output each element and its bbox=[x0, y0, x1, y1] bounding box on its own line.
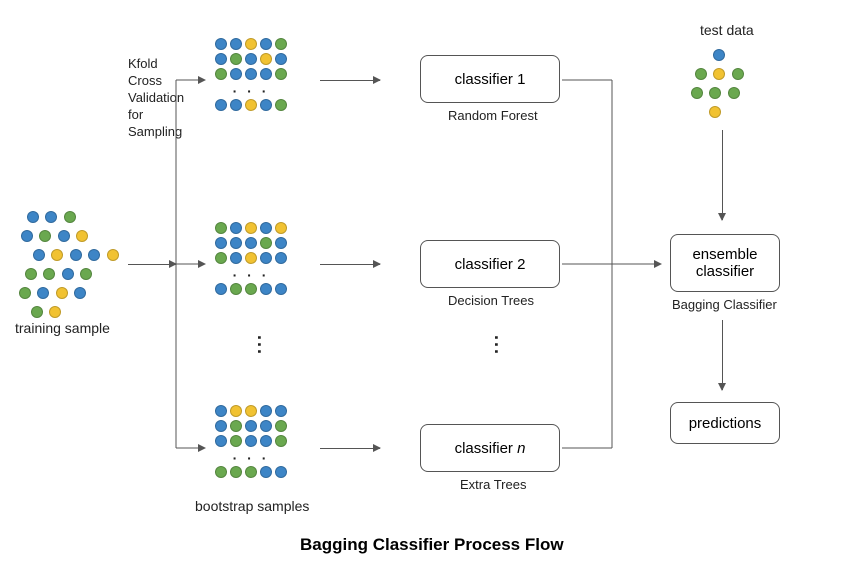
training-sample-label: training sample bbox=[15, 320, 110, 336]
arrow-training-to-bootstrap bbox=[128, 264, 176, 265]
arrow-bs1-to-clf1 bbox=[320, 80, 380, 81]
branch-connector-right bbox=[562, 80, 662, 450]
bootstrap-samples-label: bootstrap samples bbox=[195, 498, 309, 514]
classifier-n-label: classifier n bbox=[455, 440, 526, 457]
test-data-label: test data bbox=[700, 22, 754, 38]
branch-connector-left bbox=[176, 80, 206, 450]
classifier-n-box: classifier n bbox=[420, 424, 560, 472]
test-data-cluster bbox=[690, 48, 745, 124]
diagram-title: Bagging Classifier Process Flow bbox=[300, 535, 564, 555]
bootstrap-sample-1: · · · bbox=[215, 38, 287, 114]
arrow-bs2-to-clf2 bbox=[320, 264, 380, 265]
arrow-bsn-to-clfn bbox=[320, 448, 380, 449]
classifier-2-box: classifier 2 bbox=[420, 240, 560, 288]
ensemble-box: ensemble classifier bbox=[670, 234, 780, 292]
ensemble-label: ensemble classifier bbox=[692, 246, 757, 280]
classifier-2-label: classifier 2 bbox=[455, 256, 526, 273]
ellipsis-dots: · · · bbox=[215, 450, 287, 466]
predictions-label: predictions bbox=[689, 415, 762, 432]
vertical-ellipsis-classifiers: ··· bbox=[485, 335, 506, 356]
vertical-ellipsis-bootstrap: ··· bbox=[248, 335, 269, 356]
arrow-test-to-ensemble bbox=[722, 130, 723, 220]
ellipsis-dots: · · · bbox=[215, 267, 287, 283]
classifier-2-sub: Decision Trees bbox=[448, 293, 534, 308]
ensemble-sub: Bagging Classifier bbox=[672, 297, 777, 312]
predictions-box: predictions bbox=[670, 402, 780, 444]
bootstrap-sample-2: · · · bbox=[215, 222, 287, 298]
ellipsis-dots: · · · bbox=[215, 83, 287, 99]
classifier-1-box: classifier 1 bbox=[420, 55, 560, 103]
arrow-ensemble-to-predictions bbox=[722, 320, 723, 390]
classifier-1-sub: Random Forest bbox=[448, 108, 538, 123]
bootstrap-sample-n: · · · bbox=[215, 405, 287, 481]
training-sample-cluster bbox=[18, 210, 138, 324]
classifier-1-label: classifier 1 bbox=[455, 71, 526, 88]
classifier-n-sub: Extra Trees bbox=[460, 477, 526, 492]
